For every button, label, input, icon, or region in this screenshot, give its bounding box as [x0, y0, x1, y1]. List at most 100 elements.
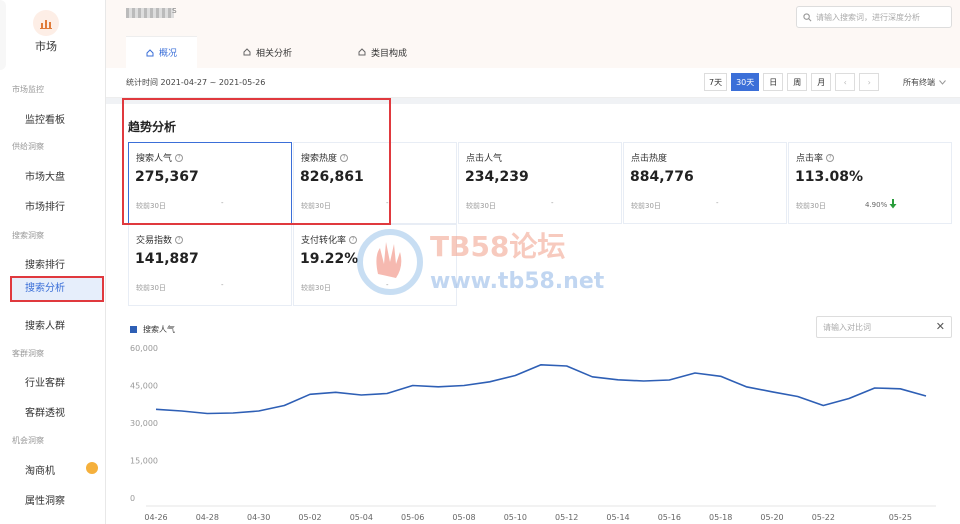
trend-line-chart: 60,000 45,000 30,000 15,000 0 04-26 04-28 04-30…	[130, 344, 936, 522]
tab-category-label: 类目构成	[371, 48, 408, 59]
y-tick-label: 0	[130, 494, 135, 503]
sidebar-item-crowd-insight[interactable]: 客群透视	[25, 404, 65, 419]
notification-dot	[86, 462, 98, 474]
tab-related-analysis[interactable]: 相关分析	[223, 36, 312, 68]
sidebar-item-opportunity[interactable]: 淘商机	[25, 462, 55, 477]
metric-value: 19.22%	[300, 251, 359, 267]
period-week-button[interactable]: 周	[787, 73, 808, 91]
watermark-title: TB58论坛	[430, 230, 565, 263]
chart-legend[interactable]: 搜索人气	[130, 324, 175, 335]
sidebar-item-search-crowd[interactable]: 搜索人群	[25, 317, 65, 332]
nav-group-label: 供给洞察	[12, 142, 44, 151]
home-icon	[146, 48, 154, 56]
metric-change: -	[386, 199, 389, 207]
tab-category-composition[interactable]: 类目构成	[338, 36, 427, 68]
info-icon: ?	[175, 153, 184, 162]
metric-card-search-heat[interactable]: 搜索热度? 826,861 较前30日 -	[293, 142, 457, 224]
metric-card-click-rate[interactable]: 点击率? 113.08% 较前30日 4.90%	[788, 142, 952, 224]
nav-group-label: 机会洞察	[12, 436, 44, 445]
sidebar-item-search-ranking[interactable]: 搜索排行	[25, 256, 65, 271]
market-logo[interactable]: 市场	[26, 10, 66, 54]
search-placeholder: 请输入搜索词，进行深度分析	[816, 12, 920, 22]
arrow-down-icon	[889, 199, 897, 209]
trend-panel: 趋势分析 搜索人气? 275,367 较前30日 - 搜索热度? 826,861…	[106, 104, 960, 524]
metric-compare: 较前30日	[466, 202, 496, 210]
app-root: 市场 市场监控 监控看板 供给洞察 市场大盘 市场排行 搜索洞察 搜索排行 搜索…	[0, 0, 960, 524]
metric-value: 826,861	[300, 169, 364, 185]
nav-group-label: 客群洞察	[12, 349, 44, 358]
chevron-right-icon[interactable]: ›	[859, 73, 880, 91]
x-tick-label: 05-02	[298, 513, 321, 522]
date-range: 统计时间 2021-04-27 ~ 2021-05-26	[126, 78, 266, 87]
hand-icon	[376, 242, 402, 278]
nav-group-label: 搜索洞察	[12, 231, 44, 240]
metric-compare: 较前30日	[631, 202, 661, 210]
shop-name-suffix: s	[172, 6, 177, 16]
x-tick-label: 05-14	[606, 513, 629, 522]
metric-card-search-popularity[interactable]: 搜索人气? 275,367 较前30日 -	[128, 142, 292, 224]
period-30d-button[interactable]: 30天	[731, 73, 760, 91]
metric-compare: 较前30日	[301, 284, 331, 292]
y-tick-label: 30,000	[130, 419, 158, 428]
metric-label: 搜索人气	[136, 154, 173, 164]
metric-change: -	[551, 199, 554, 207]
metric-label: 支付转化率	[301, 236, 347, 246]
filter-bar: 统计时间 2021-04-27 ~ 2021-05-26 7天 30天 日 周 …	[106, 68, 960, 98]
section-title: 趋势分析	[128, 120, 177, 134]
metric-label: 点击率	[796, 154, 824, 164]
metric-label: 点击人气	[466, 154, 503, 164]
logo-label: 市场	[35, 40, 57, 53]
x-tick-label: 05-20	[760, 513, 783, 522]
metric-change: 4.90%	[865, 201, 888, 209]
search-icon	[803, 12, 812, 21]
x-tick-label: 05-25	[889, 513, 912, 522]
metric-compare: 较前30日	[136, 202, 166, 210]
close-icon[interactable]: ✕	[936, 320, 945, 333]
metric-value: 141,887	[135, 251, 199, 267]
sidebar-item-market-overview[interactable]: 市场大盘	[25, 168, 65, 183]
metric-label: 点击热度	[631, 154, 668, 164]
x-tick-label: 05-08	[452, 513, 475, 522]
metric-compare: 较前30日	[796, 202, 826, 210]
x-tick-label: 04-30	[247, 513, 270, 522]
sidebar-item-monitor-board[interactable]: 监控看板	[25, 111, 65, 126]
period-7d-button[interactable]: 7天	[704, 73, 728, 91]
terminal-select[interactable]: 所有终端	[903, 77, 946, 88]
sidebar-item-industry-crowd[interactable]: 行业客群	[25, 374, 65, 389]
x-tick-label: 05-16	[658, 513, 681, 522]
sidebar-item-market-ranking[interactable]: 市场排行	[25, 198, 65, 213]
metric-change: -	[221, 281, 224, 289]
period-month-button[interactable]: 月	[811, 73, 832, 91]
info-icon: ?	[826, 153, 835, 162]
series-line-search-popularity[interactable]	[155, 364, 927, 415]
sidebar-item-attribute-insight[interactable]: 属性洞察	[25, 492, 65, 507]
x-tick-label: 05-10	[504, 513, 527, 522]
chevron-down-icon	[939, 80, 946, 85]
period-selector: 7天 30天 日 周 月 ‹ ›	[704, 73, 880, 91]
y-tick-label: 15,000	[130, 457, 158, 466]
compare-word-input[interactable]: 请输入对比词 ✕	[816, 316, 952, 338]
metric-value: 234,239	[465, 169, 529, 185]
chart-icon	[33, 10, 59, 36]
legend-swatch	[130, 326, 137, 333]
metric-card-click-heat[interactable]: 点击热度 884,776 较前30日 -	[623, 142, 787, 224]
sidebar-item-search-analysis[interactable]: 搜索分析	[10, 276, 104, 302]
y-tick-label: 60,000	[130, 344, 158, 353]
logo-arc	[0, 0, 6, 70]
period-day-button[interactable]: 日	[763, 73, 784, 91]
metric-card-click-popularity[interactable]: 点击人气 234,239 较前30日 -	[458, 142, 622, 224]
metric-compare: 较前30日	[301, 202, 331, 210]
x-tick-label: 05-06	[401, 513, 424, 522]
legend-label: 搜索人气	[143, 325, 175, 334]
x-tick-label: 05-18	[709, 513, 732, 522]
chevron-left-icon[interactable]: ‹	[835, 73, 856, 91]
info-icon: ?	[175, 235, 184, 244]
metric-label: 搜索热度	[301, 154, 338, 164]
metric-value: 884,776	[630, 169, 694, 185]
compare-placeholder: 请输入对比词	[823, 322, 871, 332]
metric-card-trade-index[interactable]: 交易指数? 141,887 较前30日 -	[128, 224, 292, 306]
search-input[interactable]: 请输入搜索词，进行深度分析	[796, 6, 952, 28]
tab-overview[interactable]: 概况	[126, 36, 198, 68]
shop-name-blurred	[126, 8, 174, 18]
metric-compare: 较前30日	[136, 284, 166, 292]
